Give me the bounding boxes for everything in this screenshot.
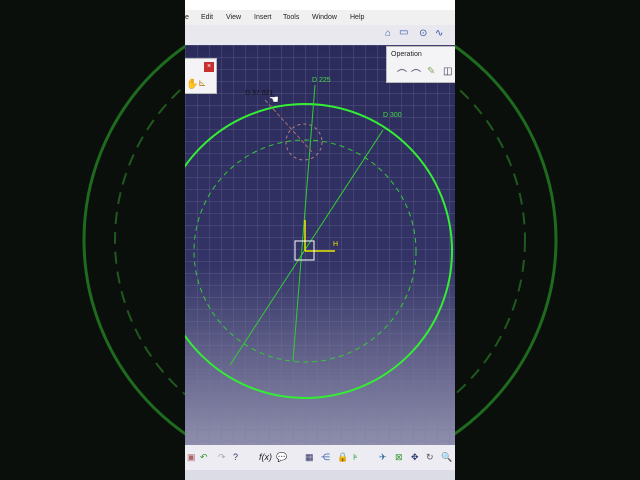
zoom-icon[interactable]: 🔍	[441, 452, 452, 463]
undo-icon[interactable]: ↶	[200, 452, 208, 463]
operation-title: Operation	[391, 51, 422, 58]
close-button[interactable]: ×	[204, 62, 214, 72]
hand-cursor-icon: ☚	[269, 94, 279, 106]
lock-icon[interactable]: 🔒	[337, 452, 348, 463]
fit-all-icon[interactable]: ⊠	[395, 452, 403, 463]
menu-edit[interactable]: Edit	[201, 14, 213, 21]
tree-icon[interactable]: ⋲	[321, 452, 330, 463]
menu-bar: e Edit View Insert Tools Window Help	[185, 10, 455, 25]
sketch-toolbar: ⌂ ▭ ⊙ ∿	[185, 25, 455, 45]
menu-file[interactable]: e	[185, 14, 189, 21]
constraint-icon[interactable]: ⊧	[353, 452, 358, 463]
mirror-icon[interactable]: ◫	[443, 66, 452, 77]
spline-icon[interactable]: ∿	[435, 28, 443, 39]
label-d300[interactable]: D 300	[383, 112, 402, 119]
menu-tools[interactable]: Tools	[283, 14, 299, 21]
bottom-toolbar: ▣ ↶ ↷ ? f(x) 💬 ▦ ⋲ 🔒 ⊧ ✈ ⊠ ✥ ↻ 🔍	[185, 445, 455, 470]
table-icon[interactable]: ▦	[305, 452, 314, 463]
catia-window: e Edit View Insert Tools Window Help ⌂ ▭…	[185, 0, 455, 480]
pan-icon[interactable]: ✥	[411, 452, 419, 463]
corner-icon[interactable]: ⌒	[397, 66, 407, 81]
tool-icon[interactable]: ✋	[186, 79, 198, 90]
dimension-line-d225	[292, 84, 316, 362]
rectangle-icon[interactable]: ▭	[399, 27, 408, 38]
menu-view[interactable]: View	[226, 14, 241, 21]
comment-icon[interactable]: 💬	[276, 452, 287, 463]
menu-help[interactable]: Help	[350, 14, 364, 21]
sketch-canvas[interactable]: D 225 D 300 D 37.021 H ☚	[185, 45, 455, 445]
sketch-geometry	[185, 84, 453, 399]
chamfer-icon[interactable]: ⌒	[411, 66, 421, 81]
menu-window[interactable]: Window	[312, 14, 337, 21]
label-d225[interactable]: D 225	[312, 77, 331, 84]
help-icon[interactable]: ?	[233, 452, 238, 462]
axis-tool-icon[interactable]: ⊾	[198, 78, 206, 89]
status-bar	[185, 470, 455, 480]
redo-icon[interactable]: ↷	[218, 452, 226, 463]
circle-icon[interactable]: ⊙	[419, 28, 427, 39]
fly-icon[interactable]: ✈	[379, 452, 387, 463]
profile-icon[interactable]: ⌂	[385, 28, 391, 39]
label-h: H	[333, 241, 339, 248]
menu-insert[interactable]: Insert	[254, 14, 272, 21]
paste-icon[interactable]: ▣	[187, 452, 196, 463]
floating-toolbar: × ✋ ⊾	[185, 58, 217, 94]
rotate-icon[interactable]: ↻	[426, 452, 434, 463]
dimension-line-d300	[229, 129, 384, 366]
trim-icon[interactable]: ✎	[427, 66, 435, 77]
operation-panel: Operation ⌒ ⌒ ✎ ◫	[386, 46, 455, 83]
formula-button[interactable]: f(x)	[259, 452, 272, 462]
